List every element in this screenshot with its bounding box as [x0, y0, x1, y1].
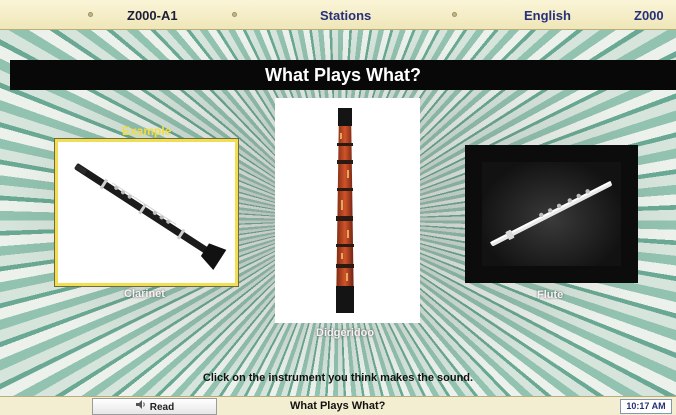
top-bar: Z000-A1 Stations English Z000: [0, 0, 676, 30]
stations-link[interactable]: Stations: [320, 8, 371, 23]
separator-dot-icon: [88, 12, 93, 17]
clarinet-card[interactable]: [55, 139, 238, 286]
zoo-link[interactable]: Z000: [634, 8, 664, 23]
example-label: Example: [122, 124, 172, 138]
clarinet-label: Clarinet: [124, 288, 165, 300]
instruction-text: Click on the instrument you think makes …: [202, 372, 474, 384]
clock: 10:17 AM: [620, 399, 672, 414]
separator-dot-icon: [232, 12, 237, 17]
read-button-label: Read: [149, 402, 175, 413]
didgeridoo-image: [336, 108, 354, 313]
bottom-title: What Plays What?: [290, 400, 386, 412]
separator-dot-icon: [452, 12, 457, 17]
didgeridoo-label: Didgeridoo: [316, 327, 375, 339]
clarinet-image: [74, 163, 227, 270]
language-selector[interactable]: English: [524, 8, 571, 23]
read-button[interactable]: Read: [92, 398, 217, 415]
didgeridoo-card[interactable]: [275, 98, 420, 323]
read-aloud-icon: [135, 399, 146, 415]
flute-label: Flute: [537, 289, 564, 301]
bottom-bar: Read What Plays What? 10:17 AM: [0, 396, 676, 415]
flute-image: [482, 162, 621, 266]
page-title: What Plays What?: [10, 60, 676, 90]
flute-card[interactable]: [465, 145, 638, 283]
activity-id: Z000-A1: [127, 8, 178, 23]
